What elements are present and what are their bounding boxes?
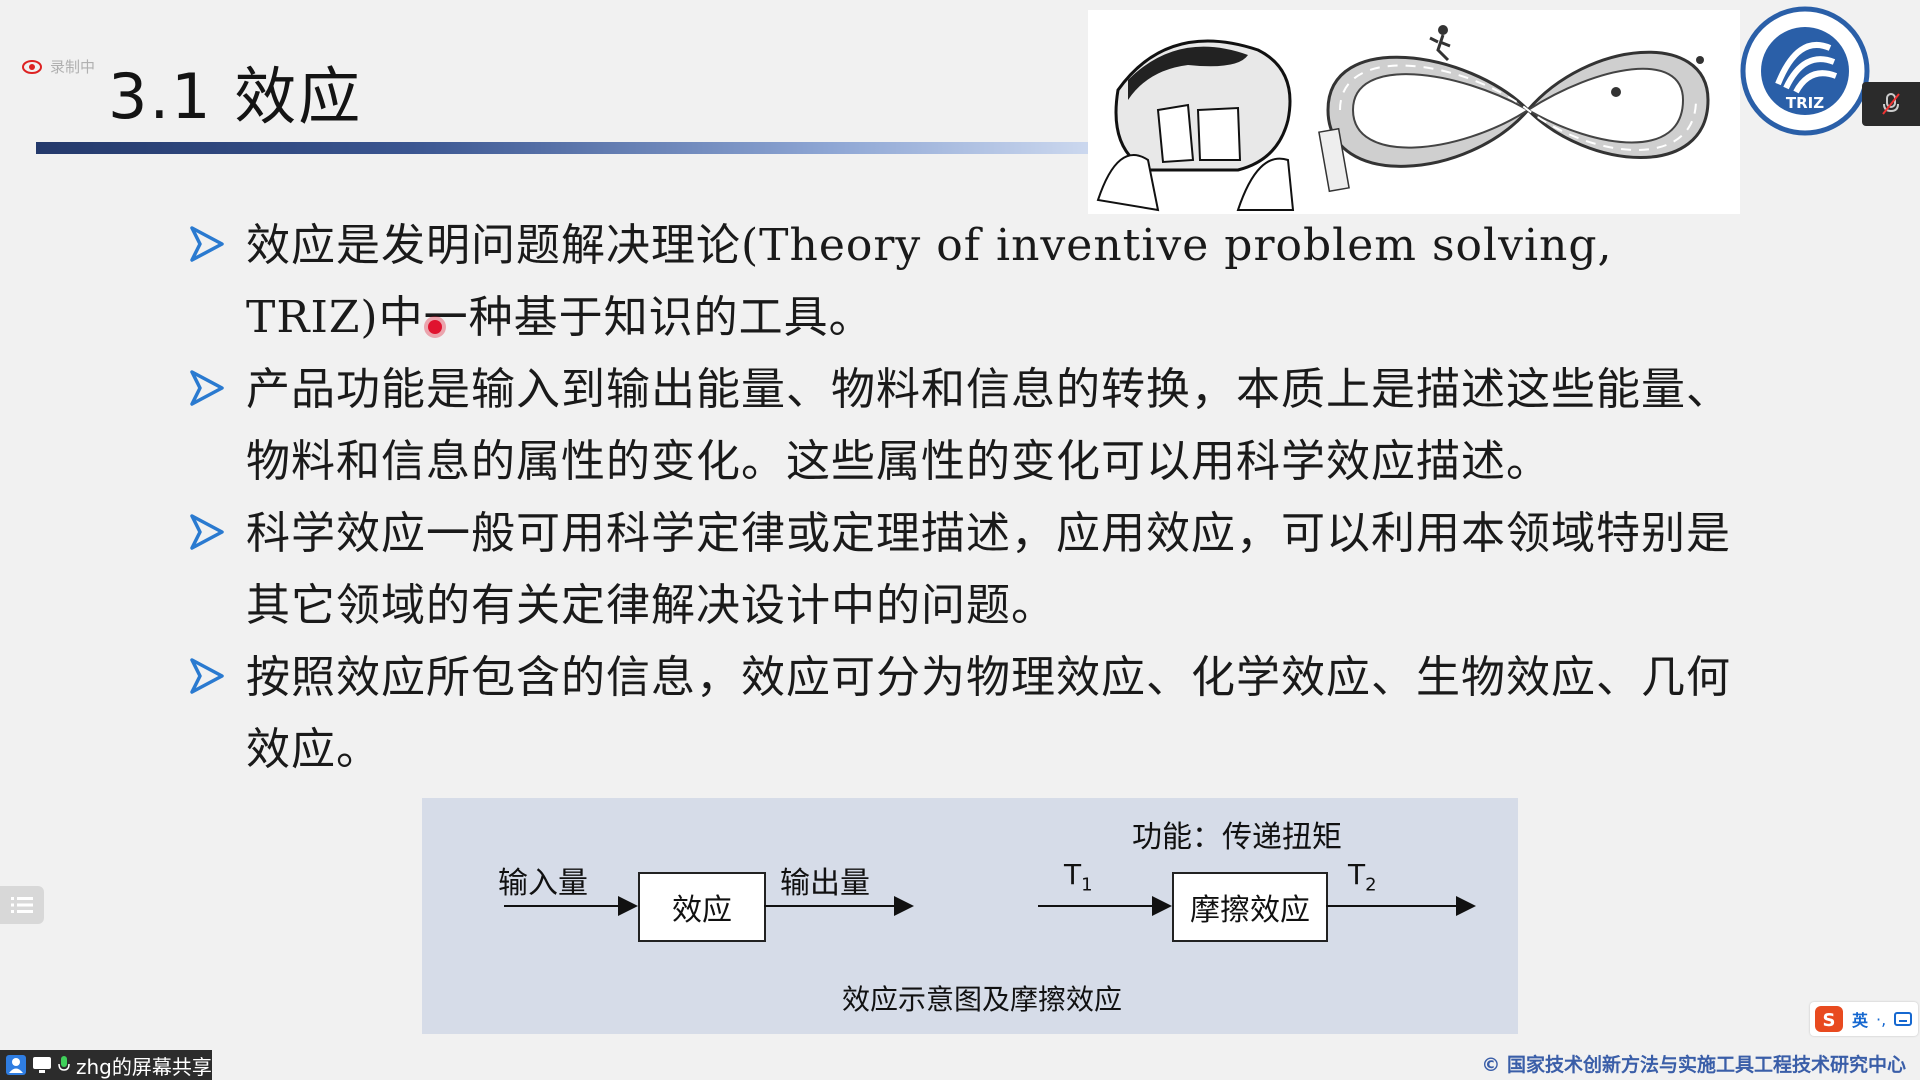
keyboard-icon[interactable] (1894, 1012, 1913, 1026)
screen-share-label: zhg的屏幕共享 (76, 1054, 212, 1079)
bullet-list: 效应是发明问题解决理论(Theory of inventive problem … (190, 210, 1750, 786)
bullet-item: 产品功能是输入到输出能量、物料和信息的转换，本质上是描述这些能量、物料和信息的属… (190, 354, 1750, 498)
user-icon (6, 1055, 26, 1075)
triz-logo: TRIZ (1740, 6, 1870, 136)
logo-text: TRIZ (1786, 94, 1824, 112)
mute-toggle-button[interactable] (1862, 82, 1920, 126)
title-underline (36, 142, 1096, 154)
side-menu-button[interactable] (0, 886, 44, 924)
mobius-strip-illustration (1088, 10, 1740, 214)
recording-indicator: 录制中 (22, 56, 95, 77)
mic-icon (58, 1056, 70, 1071)
record-icon (22, 59, 42, 74)
sogou-ime-icon: S (1815, 1006, 1843, 1032)
ime-toolbar[interactable]: S 英 ·, (1810, 1002, 1918, 1036)
slide-title: 3.1 效应 (108, 60, 363, 133)
recording-label: 录制中 (50, 58, 96, 76)
bullet-arrow-icon (190, 370, 224, 406)
bullet-text: 产品功能是输入到输出能量、物料和信息的转换，本质上是描述这些能量、物料和信息的属… (246, 364, 1731, 487)
bullet-item: 效应是发明问题解决理论(Theory of inventive problem … (190, 210, 1750, 354)
menu-list-icon (11, 897, 33, 913)
presentation-slide: 录制中 3.1 效应 TRIZ 效应是发明问题解决理论(Theory of in… (0, 0, 1920, 1080)
bullet-item: 科学效应一般可用科学定律或定理描述，应用效应，可以利用本领域特别是其它领域的有关… (190, 498, 1750, 642)
svg-text:S: S (1823, 1010, 1836, 1031)
bullet-arrow-icon (190, 514, 224, 550)
ime-language[interactable]: 英 (1852, 1007, 1868, 1031)
bullet-arrow-icon (190, 226, 224, 262)
effect-diagram: 输入量 效应 输出量 功能：传递扭矩 T1 摩擦效应 T2 效应示意图及摩擦效应 (422, 798, 1518, 1034)
laser-pointer (428, 320, 442, 334)
bullet-item: 按照效应所包含的信息，效应可分为物理效应、化学效应、生物效应、几何效应。 (190, 642, 1750, 786)
screen-share-indicator: zhg的屏幕共享 (0, 1050, 212, 1080)
bullet-text: 按照效应所包含的信息，效应可分为物理效应、化学效应、生物效应、几何效应。 (246, 652, 1731, 775)
slide-footer: © 国家技术创新方法与实施工具工程技术研究中心 (1481, 1054, 1906, 1076)
bullet-text: 科学效应一般可用科学定律或定理描述，应用效应，可以利用本领域特别是其它领域的有关… (246, 508, 1731, 631)
bullet-text: 效应是发明问题解决理论(Theory of inventive problem … (246, 220, 1613, 343)
diagram-caption: 效应示意图及摩擦效应 (842, 983, 1123, 1016)
mic-off-icon (1882, 93, 1900, 115)
bullet-arrow-icon (190, 658, 224, 694)
screen-share-icon (33, 1057, 51, 1073)
ime-punctuation[interactable]: ·, (1876, 1010, 1886, 1029)
